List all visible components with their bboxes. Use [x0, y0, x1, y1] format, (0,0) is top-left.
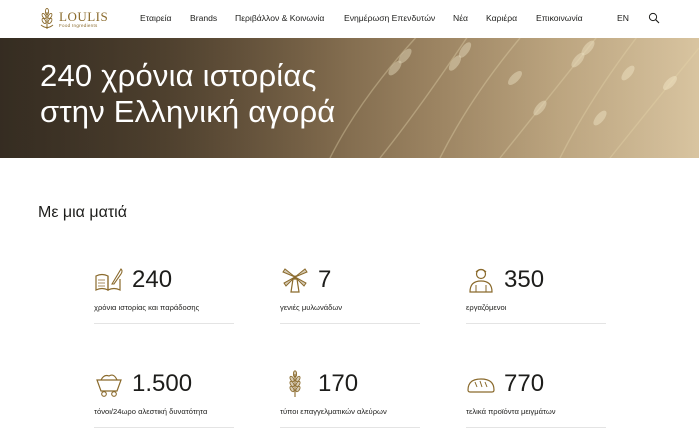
nav-item-careers[interactable]: Καριέρα: [486, 13, 517, 23]
site-header: LOULIS Food Ingredients Εταιρεία Brands …: [0, 0, 699, 38]
stat-label: τύποι επαγγελματικών αλεύρων: [280, 407, 387, 416]
stat-value: 240: [132, 266, 173, 293]
nav-item-investor-relations[interactable]: Ενημέρωση Επενδυτών: [344, 13, 435, 23]
stat-value: 350: [504, 266, 545, 293]
stat-value: 770: [504, 370, 545, 397]
stat-mix-products: 770 τελικά προϊόντα μειγμάτων: [466, 370, 606, 428]
hero-banner: 240 χρόνια ιστορίας στην Ελληνική αγορά: [0, 38, 699, 158]
stat-milling-capacity: 1.500 τόνοι/24ωρο αλεστική δυνατότητα: [94, 370, 234, 428]
search-icon[interactable]: [648, 12, 660, 24]
language-switch[interactable]: EN: [617, 13, 629, 23]
book-quill-icon: [95, 268, 123, 291]
brand-name: LOULIS: [59, 8, 109, 24]
stat-label: χρόνια ιστορίας και παράδοσης: [94, 303, 200, 312]
nav-item-environment-society[interactable]: Περιβάλλον & Κοινωνία: [235, 13, 324, 23]
nav-item-company[interactable]: Εταιρεία: [140, 13, 171, 23]
section-title: Με μια ματιά: [38, 204, 127, 221]
stat-years-history: 240 χρόνια ιστορίας και παράδοσης: [94, 266, 234, 324]
mine-cart-icon: [96, 374, 122, 397]
stat-label: τόνοι/24ωρο αλεστική δυνατότητα: [94, 407, 208, 416]
nav-item-news[interactable]: Νέα: [453, 13, 468, 23]
brand-tagline: Food Ingredients: [59, 22, 98, 28]
brand-logo[interactable]: LOULIS Food Ingredients: [38, 6, 110, 32]
wheat-icon: [289, 370, 301, 397]
nav-item-contact[interactable]: Επικοινωνία: [536, 13, 583, 23]
windmill-icon: [282, 268, 308, 293]
stat-value: 170: [318, 370, 359, 397]
bread-icon: [467, 378, 495, 393]
wheat-logo-icon: [40, 8, 54, 29]
stat-generations: 7 γενιές μυλωνάδων: [280, 266, 420, 324]
hero-title-line-2: στην Ελληνική αγορά: [40, 94, 336, 129]
stat-employees: 350 εργαζόμενοι: [466, 266, 606, 324]
stat-label: γενιές μυλωνάδων: [280, 303, 343, 312]
stat-label: εργαζόμενοι: [466, 303, 507, 312]
stat-value: 1.500: [132, 370, 193, 397]
hero-title-line-1: 240 χρόνια ιστορίας: [40, 58, 317, 93]
stat-flour-types: 170 τύποι επαγγελματικών αλεύρων: [280, 370, 420, 428]
stat-value: 7: [318, 266, 332, 293]
nav-item-brands[interactable]: Brands: [190, 13, 217, 23]
worker-icon: [469, 268, 493, 293]
hero-title: 240 χρόνια ιστορίας στην Ελληνική αγορά: [40, 58, 335, 130]
stat-label: τελικά προϊόντα μειγμάτων: [466, 407, 556, 416]
